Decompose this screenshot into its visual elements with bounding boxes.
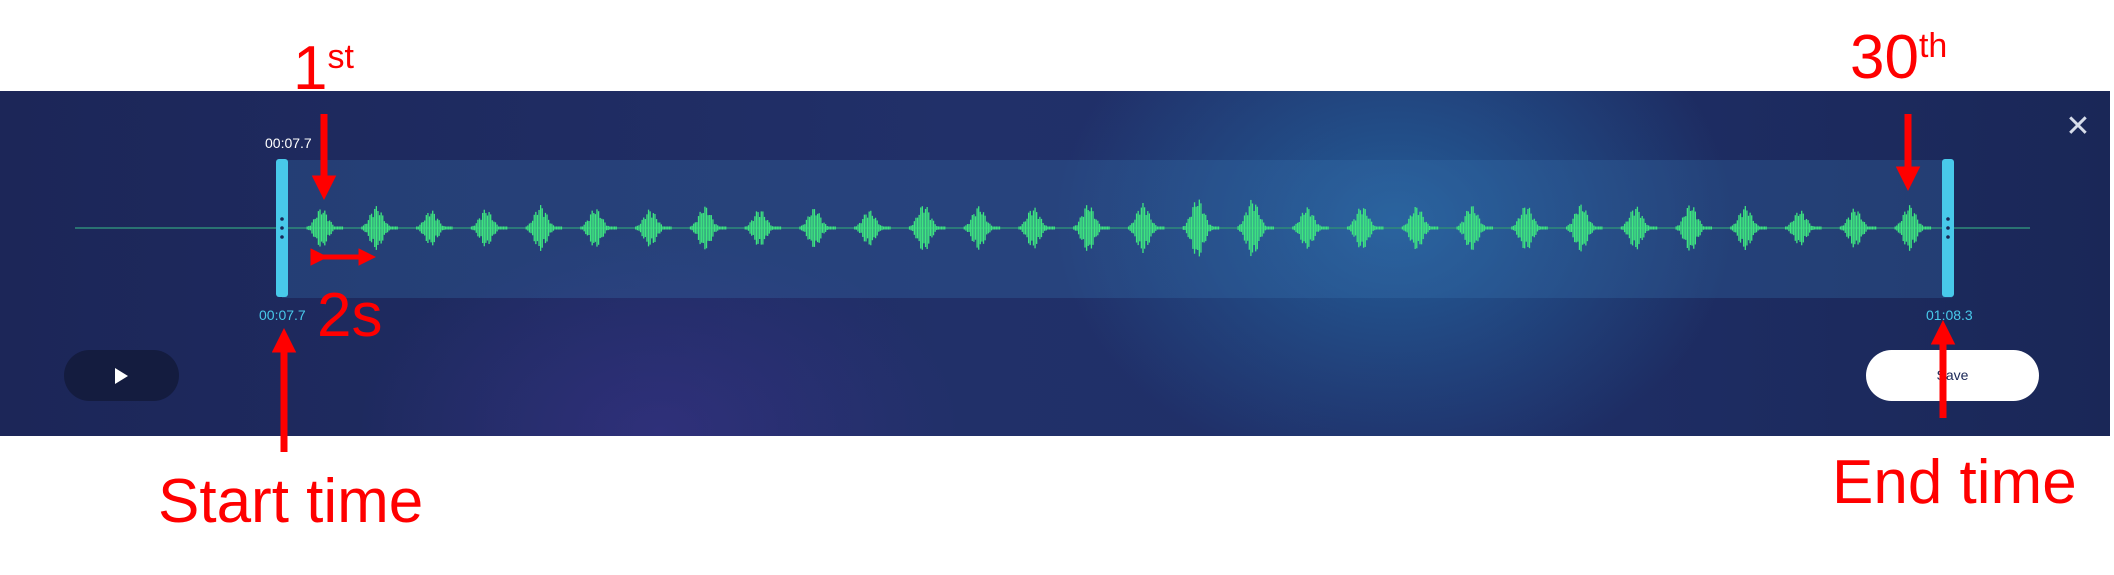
close-icon: ✕ [2065, 110, 2091, 143]
end-time-annotation: End time [1832, 448, 2077, 517]
end-time-label: 01:08.3 [1926, 307, 1973, 323]
start-handle[interactable] [276, 159, 288, 297]
waveform-area [75, 159, 2030, 298]
first-burst-annotation: 1st [293, 34, 354, 103]
play-button[interactable] [64, 350, 179, 401]
start-time-label: 00:07.7 [259, 307, 306, 323]
end-handle[interactable] [1942, 159, 1954, 297]
interval-annotation: 2s [317, 281, 383, 350]
last-burst-annotation: 30th [1850, 23, 1948, 92]
audio-trim-editor: 00:07.7 00:07.7 01:08.3 ✕ Save [0, 91, 2110, 436]
selection-start-time-label: 00:07.7 [265, 135, 312, 151]
save-button[interactable]: Save [1866, 350, 2039, 401]
start-time-annotation: Start time [158, 467, 424, 536]
close-button[interactable]: ✕ [2062, 111, 2094, 143]
play-icon [115, 368, 128, 384]
